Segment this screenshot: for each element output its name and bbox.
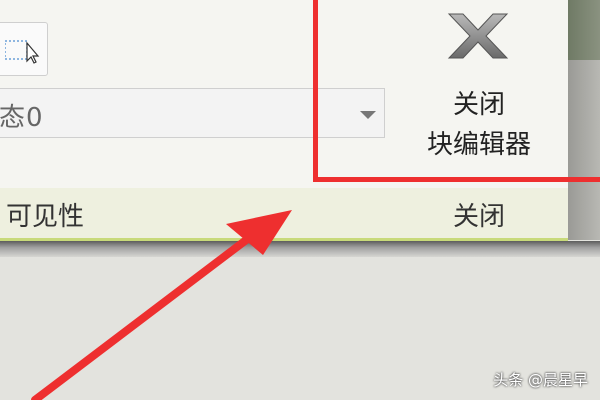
watermark: 头条 @晨星早 [493,371,588,389]
annotation-arrow [31,210,292,400]
